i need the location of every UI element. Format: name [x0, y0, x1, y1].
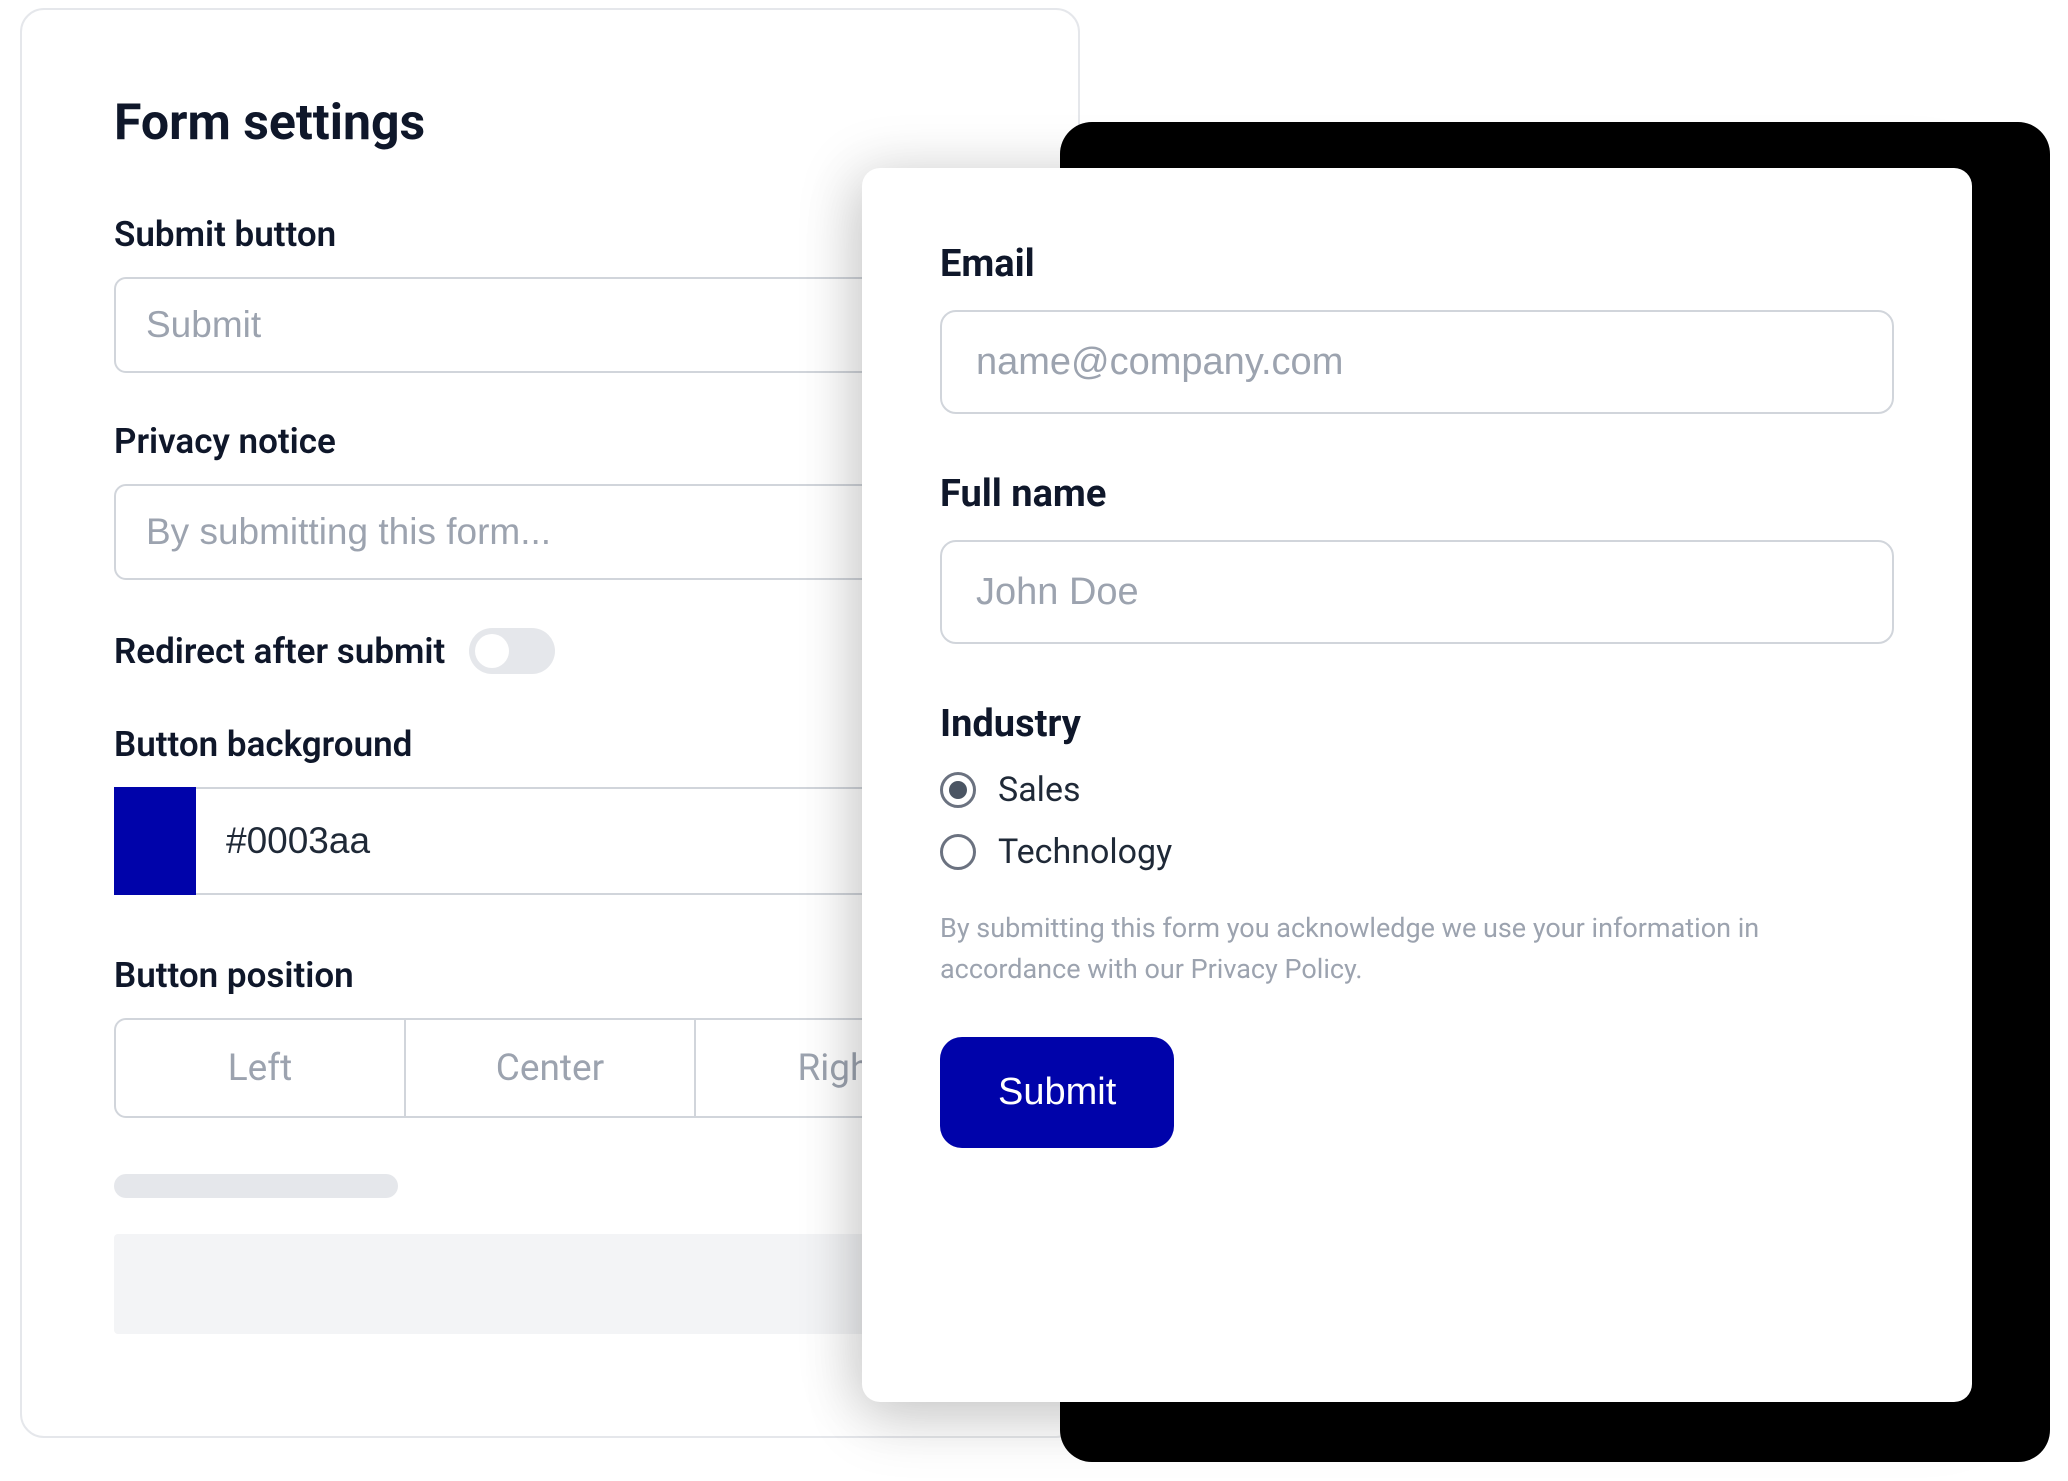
full-name-input[interactable] — [940, 540, 1894, 644]
button-background-field: Button background — [114, 724, 986, 895]
radio-row-sales[interactable]: Sales — [940, 770, 1894, 810]
redirect-toggle-row: Redirect after submit — [114, 628, 986, 674]
full-name-label: Full name — [940, 472, 1894, 516]
segment-center[interactable]: Center — [406, 1018, 696, 1118]
radio-row-technology[interactable]: Technology — [940, 832, 1894, 872]
placeholder-input — [114, 1234, 986, 1334]
button-position-segmented: Left Center Right — [114, 1018, 986, 1118]
button-position-field: Button position Left Center Right — [114, 955, 986, 1118]
color-swatch[interactable] — [114, 787, 196, 895]
email-label: Email — [940, 242, 1894, 286]
toggle-thumb — [475, 634, 509, 668]
submit-button-label: Submit button — [114, 214, 986, 255]
placeholder-label — [114, 1174, 398, 1198]
radio-technology-label: Technology — [998, 832, 1172, 872]
submit-button[interactable]: Submit — [940, 1037, 1174, 1148]
submit-button-input[interactable] — [114, 277, 986, 373]
form-preview-card: Email Full name Industry Sales Technolog… — [862, 168, 1972, 1402]
redirect-label: Redirect after submit — [114, 631, 445, 672]
button-position-label: Button position — [114, 955, 986, 996]
button-background-label: Button background — [114, 724, 986, 765]
privacy-disclosure-text: By submitting this form you acknowledge … — [940, 908, 1894, 989]
redirect-toggle[interactable] — [469, 628, 555, 674]
radio-sales-label: Sales — [998, 770, 1081, 810]
industry-radio-group: Sales Technology — [940, 770, 1894, 872]
email-input[interactable] — [940, 310, 1894, 414]
full-name-field: Full name — [940, 472, 1894, 644]
radio-sales[interactable] — [940, 772, 976, 808]
industry-field: Industry Sales Technology — [940, 702, 1894, 872]
industry-label: Industry — [940, 702, 1894, 746]
privacy-notice-label: Privacy notice — [114, 421, 986, 462]
privacy-notice-field: Privacy notice — [114, 421, 986, 580]
settings-title: Form settings — [114, 94, 986, 152]
email-field: Email — [940, 242, 1894, 414]
color-picker-row — [114, 787, 986, 895]
submit-button-field: Submit button — [114, 214, 986, 373]
radio-technology[interactable] — [940, 834, 976, 870]
privacy-notice-input[interactable] — [114, 484, 986, 580]
segment-left[interactable]: Left — [114, 1018, 406, 1118]
